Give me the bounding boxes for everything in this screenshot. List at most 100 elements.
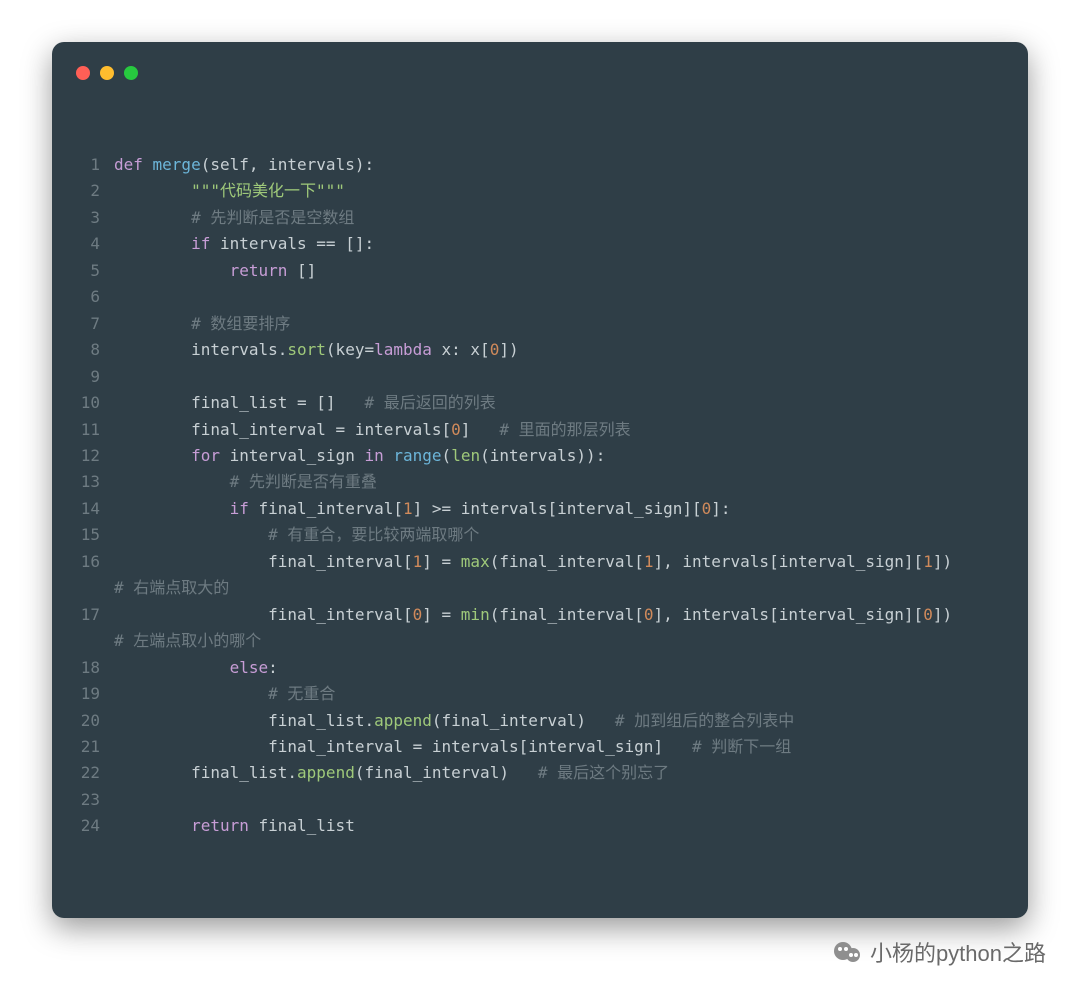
code-token-txt: (final_interval[ bbox=[490, 605, 644, 624]
code-line: 18 else: bbox=[66, 655, 1014, 681]
code-content: final_interval[0] = min(final_interval[0… bbox=[114, 602, 971, 628]
code-content: """代码美化一下""" bbox=[114, 178, 345, 204]
line-number: 3 bbox=[66, 205, 114, 231]
code-token-num: 0 bbox=[923, 605, 933, 624]
code-content: if final_interval[1] >= intervals[interv… bbox=[114, 496, 731, 522]
code-token-txt: ]: bbox=[711, 499, 730, 518]
line-number: 21 bbox=[66, 734, 114, 760]
code-token-kw: def bbox=[114, 155, 153, 174]
code-line: 23 bbox=[66, 787, 1014, 813]
code-line: 1def merge(self, intervals): bbox=[66, 152, 1014, 178]
code-token-txt: (final_interval[ bbox=[490, 552, 644, 571]
code-token-cmt: # 里面的那层列表 bbox=[499, 420, 630, 439]
code-token-num: 0 bbox=[490, 340, 500, 359]
zoom-icon[interactable] bbox=[124, 66, 138, 80]
wechat-icon bbox=[834, 938, 862, 966]
code-token-txt: intervals. bbox=[114, 340, 287, 359]
code-token-fnG: len bbox=[451, 446, 480, 465]
code-token-txt: ] >= intervals[interval_sign][ bbox=[413, 499, 702, 518]
code-token-txt bbox=[114, 234, 191, 253]
code-token-txt: ], intervals[interval_sign][ bbox=[653, 605, 923, 624]
code-token-txt: final_list bbox=[249, 816, 355, 835]
code-token-txt: ]) bbox=[933, 605, 972, 624]
line-number: 14 bbox=[66, 496, 114, 522]
code-line: 12 for interval_sign in range(len(interv… bbox=[66, 443, 1014, 469]
code-token-txt: ] = bbox=[422, 605, 461, 624]
code-token-kw: in bbox=[364, 446, 383, 465]
code-token-fnG: append bbox=[297, 763, 355, 782]
code-token-cmt: # 数组要排序 bbox=[191, 314, 290, 333]
code-token-txt: final_list. bbox=[114, 711, 374, 730]
line-number: 16 bbox=[66, 549, 114, 575]
code-token-num: 0 bbox=[451, 420, 461, 439]
code-token-txt bbox=[114, 658, 230, 677]
code-line: 20 final_list.append(final_interval) # 加… bbox=[66, 708, 1014, 734]
code-token-txt: (final_interval) bbox=[432, 711, 615, 730]
code-token-cmt: # 有重合，要比较两端取哪个 bbox=[268, 525, 479, 544]
code-content: # 先判断是否有重叠 bbox=[114, 469, 377, 495]
code-line: 5 return [] bbox=[66, 258, 1014, 284]
code-line: 21 final_interval = intervals[interval_s… bbox=[66, 734, 1014, 760]
code-token-txt: ( bbox=[442, 446, 452, 465]
line-number: 7 bbox=[66, 311, 114, 337]
line-number: 13 bbox=[66, 469, 114, 495]
code-token-kw: return bbox=[230, 261, 288, 280]
line-number: 4 bbox=[66, 231, 114, 257]
code-token-txt bbox=[114, 525, 268, 544]
code-token-txt: final_list = [] bbox=[114, 393, 364, 412]
code-content: def merge(self, intervals): bbox=[114, 152, 374, 178]
code-token-txt bbox=[114, 446, 191, 465]
code-content: for interval_sign in range(len(intervals… bbox=[114, 443, 605, 469]
code-line: 24 return final_list bbox=[66, 813, 1014, 839]
code-token-txt: (intervals)): bbox=[480, 446, 605, 465]
code-content: # 数组要排序 bbox=[114, 311, 290, 337]
code-token-txt bbox=[114, 261, 230, 280]
code-area: 1def merge(self, intervals):2 """代码美化一下"… bbox=[66, 152, 1014, 840]
line-number: 6 bbox=[66, 284, 114, 310]
line-number: 23 bbox=[66, 787, 114, 813]
code-content: return [] bbox=[114, 258, 316, 284]
line-number: 11 bbox=[66, 417, 114, 443]
line-number: 9 bbox=[66, 364, 114, 390]
code-content: final_list.append(final_interval) # 最后这个… bbox=[114, 760, 669, 786]
code-line: 11 final_interval = intervals[0] # 里面的那层… bbox=[66, 417, 1014, 443]
code-token-str: """代码美化一下""" bbox=[191, 181, 345, 200]
line-number: 15 bbox=[66, 522, 114, 548]
line-number: 12 bbox=[66, 443, 114, 469]
code-line: 17 final_interval[0] = min(final_interva… bbox=[66, 602, 1014, 628]
code-token-kw: lambda bbox=[374, 340, 432, 359]
code-line-wrap: # 右端点取大的 bbox=[66, 575, 1014, 601]
code-line: 8 intervals.sort(key=lambda x: x[0]) bbox=[66, 337, 1014, 363]
code-line: 13 # 先判断是否有重叠 bbox=[66, 469, 1014, 495]
code-line: 19 # 无重合 bbox=[66, 681, 1014, 707]
line-number: 18 bbox=[66, 655, 114, 681]
code-content: intervals.sort(key=lambda x: x[0]) bbox=[114, 337, 519, 363]
code-token-txt: final_interval[ bbox=[249, 499, 403, 518]
code-line: 6 bbox=[66, 284, 1014, 310]
code-token-cmt: # 最后这个别忘了 bbox=[538, 763, 669, 782]
code-token-txt: (final_interval) bbox=[355, 763, 538, 782]
code-token-fn: merge bbox=[153, 155, 201, 174]
code-content: final_interval = intervals[interval_sign… bbox=[114, 734, 791, 760]
code-content: final_interval[1] = max(final_interval[1… bbox=[114, 549, 971, 575]
code-content: # 无重合 bbox=[114, 681, 335, 707]
code-token-txt: final_interval[ bbox=[114, 552, 413, 571]
close-icon[interactable] bbox=[76, 66, 90, 80]
code-token-txt: : bbox=[268, 658, 278, 677]
code-card: 1def merge(self, intervals):2 """代码美化一下"… bbox=[52, 42, 1028, 918]
code-line: 16 final_interval[1] = max(final_interva… bbox=[66, 549, 1014, 575]
code-token-txt: (self, intervals): bbox=[201, 155, 374, 174]
code-token-cmt: # 最后返回的列表 bbox=[364, 393, 495, 412]
code-token-txt bbox=[114, 208, 191, 227]
code-token-txt: interval_sign bbox=[220, 446, 365, 465]
code-token-txt bbox=[114, 684, 268, 703]
line-number: 1 bbox=[66, 152, 114, 178]
code-line: 9 bbox=[66, 364, 1014, 390]
code-token-txt bbox=[114, 816, 191, 835]
line-number: 17 bbox=[66, 602, 114, 628]
code-token-cmt: # 左端点取小的哪个 bbox=[114, 631, 261, 650]
code-token-cmt: # 先判断是否有重叠 bbox=[230, 472, 377, 491]
code-token-txt: ], intervals[interval_sign][ bbox=[653, 552, 923, 571]
code-token-num: 1 bbox=[413, 552, 423, 571]
minimize-icon[interactable] bbox=[100, 66, 114, 80]
